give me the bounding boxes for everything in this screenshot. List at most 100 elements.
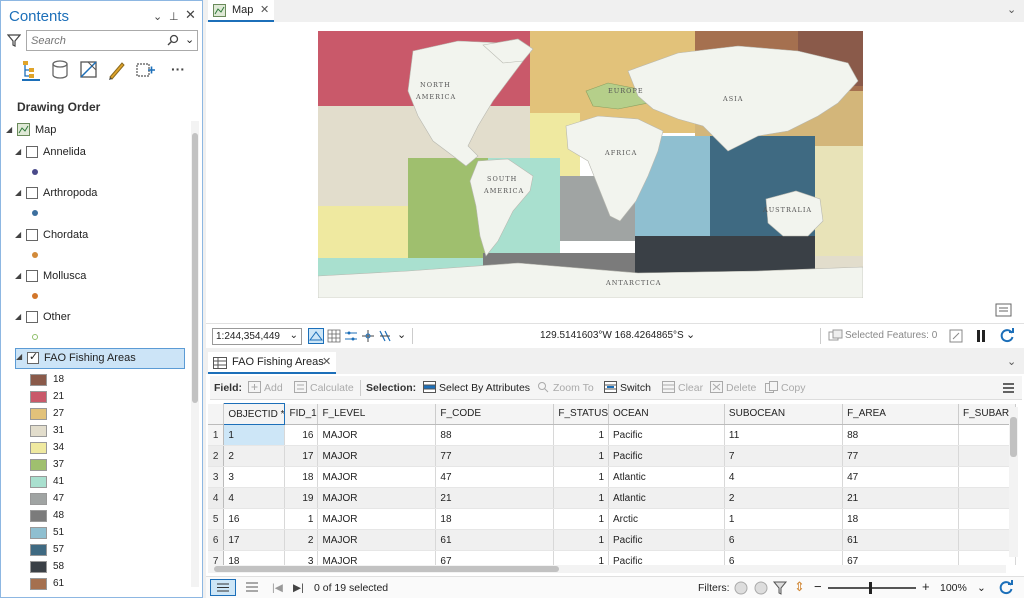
cell[interactable]: 17 [284,445,319,467]
cell[interactable] [958,529,1016,551]
list-by-editing-icon[interactable] [106,59,128,81]
scrollbar-thumb[interactable] [192,133,198,403]
scale-selector[interactable]: 1:244,354,449 ⌄ [212,328,302,345]
cell[interactable]: MAJOR [317,445,437,467]
cell[interactable]: Pacific [608,424,725,446]
grid-icon[interactable] [327,329,341,343]
cell[interactable]: 47 [435,466,555,488]
cell[interactable]: Arctic [608,508,725,530]
expand-arrow-icon[interactable]: ◢ [15,188,21,197]
cell[interactable]: 18 [284,466,319,488]
cell[interactable] [958,466,1016,488]
layer-visibility-checkbox[interactable] [26,229,38,241]
cell[interactable]: 1 [553,424,609,446]
cell[interactable]: 3 [284,550,319,565]
chevron-down-icon[interactable]: ⌄ [290,330,298,341]
cell[interactable]: 1 [553,487,609,509]
search-options-icon[interactable]: ⌄ [185,33,194,46]
cell[interactable]: 6 [724,529,844,551]
expand-arrow-icon[interactable]: ◢ [15,271,21,280]
clear-button[interactable]: Clear [678,382,703,394]
visible-filter-icon[interactable] [753,580,769,596]
first-record-icon[interactable]: |◀ [272,582,283,594]
cell[interactable]: 67 [842,550,960,565]
copy-button[interactable]: Copy [781,382,806,394]
select-all-corner[interactable] [208,403,225,425]
row-number[interactable]: 6 [208,529,225,551]
scrollbar-thumb[interactable] [1010,417,1017,457]
row-number[interactable]: 2 [208,445,225,467]
row-number[interactable]: 1 [208,424,225,446]
zoom-dropdown-chevron-icon[interactable]: ⌄ [977,582,986,594]
refresh-view-icon[interactable] [949,329,963,343]
scrollbar-thumb[interactable] [214,566,559,572]
sort-icon[interactable]: ⇕ [794,579,805,595]
close-icon[interactable]: ✕ [185,7,196,23]
more-options-icon[interactable]: ··· [171,61,185,77]
table-row[interactable]: 2 2 17 MAJOR 77 1 Pacific 7 77 [208,445,1016,467]
add-field-button[interactable]: Add [264,382,283,394]
table-horizontal-scrollbar[interactable] [208,565,1006,573]
cell[interactable]: Atlantic [608,487,725,509]
zoom-slider-handle[interactable] [869,582,872,594]
chevron-down-icon[interactable]: ⌄ [1007,355,1016,368]
cell[interactable]: 4 [223,487,286,509]
cell[interactable]: 7 [724,445,844,467]
cell[interactable]: 3 [223,466,286,488]
next-record-icon[interactable]: ▶| [293,582,304,594]
cell[interactable]: 67 [435,550,555,565]
map-tips-icon[interactable] [994,301,1014,319]
refresh-icon[interactable] [999,327,1016,344]
cell[interactable]: 16 [284,424,319,446]
cell[interactable]: 16 [223,508,286,530]
cell[interactable]: 17 [223,529,286,551]
show-all-records-icon[interactable] [210,579,236,596]
column-header[interactable]: SUBOCEAN [724,403,844,425]
table-menu-icon[interactable] [1002,382,1015,394]
cell[interactable]: 61 [435,529,555,551]
map-tree-item[interactable]: ◢ Map [6,122,186,142]
layer-chordata[interactable]: ◢ Chordata [15,227,185,247]
cell[interactable]: MAJOR [317,487,437,509]
refresh-icon[interactable] [998,579,1015,596]
cell[interactable]: 88 [842,424,960,446]
cell[interactable] [958,550,1016,565]
row-number[interactable]: 7 [208,550,225,565]
cell[interactable]: 77 [842,445,960,467]
cell[interactable] [958,424,1016,446]
cell[interactable]: 1 [553,508,609,530]
layer-annelida[interactable]: ◢ Annelida [15,144,185,164]
row-number[interactable]: 4 [208,487,225,509]
zoom-to-button[interactable]: Zoom To [553,382,594,394]
cell[interactable]: Pacific [608,550,725,565]
table-row[interactable]: 6 17 2 MAJOR 61 1 Pacific 6 61 [208,529,1016,551]
table-row[interactable]: 3 3 18 MAJOR 47 1 Atlantic 4 47 [208,466,1016,488]
pin-icon[interactable]: ⊥ [169,10,179,23]
expand-arrow-icon[interactable]: ◢ [15,147,21,156]
correction-icon[interactable] [344,329,358,343]
close-tab-icon[interactable]: ✕ [260,3,269,16]
expand-arrow-icon[interactable]: ◢ [15,230,21,239]
cell[interactable]: 47 [842,466,960,488]
pause-icon[interactable] [975,329,987,343]
cell[interactable]: 2 [724,487,844,509]
delete-button[interactable]: Delete [726,382,756,394]
snapping-grid-icon[interactable] [308,328,324,344]
cell[interactable] [958,487,1016,509]
cell[interactable]: Atlantic [608,466,725,488]
layer-visibility-checkbox[interactable] [27,350,39,364]
cell[interactable]: MAJOR [317,466,437,488]
contents-scrollbar[interactable] [191,121,199,587]
cell[interactable]: MAJOR [317,550,437,565]
cell[interactable]: 18 [842,508,960,530]
cell[interactable]: 4 [724,466,844,488]
cell[interactable]: MAJOR [317,529,437,551]
cell[interactable]: MAJOR [317,508,437,530]
layer-visibility-checkbox[interactable] [26,146,38,158]
cell[interactable]: 21 [842,487,960,509]
layer-visibility-checkbox[interactable] [26,270,38,282]
column-header[interactable]: OBJECTID * [223,403,286,425]
list-by-snapping-icon[interactable] [134,59,156,81]
calculate-button[interactable]: Calculate [310,382,354,394]
extent-filter-icon[interactable] [733,580,749,596]
